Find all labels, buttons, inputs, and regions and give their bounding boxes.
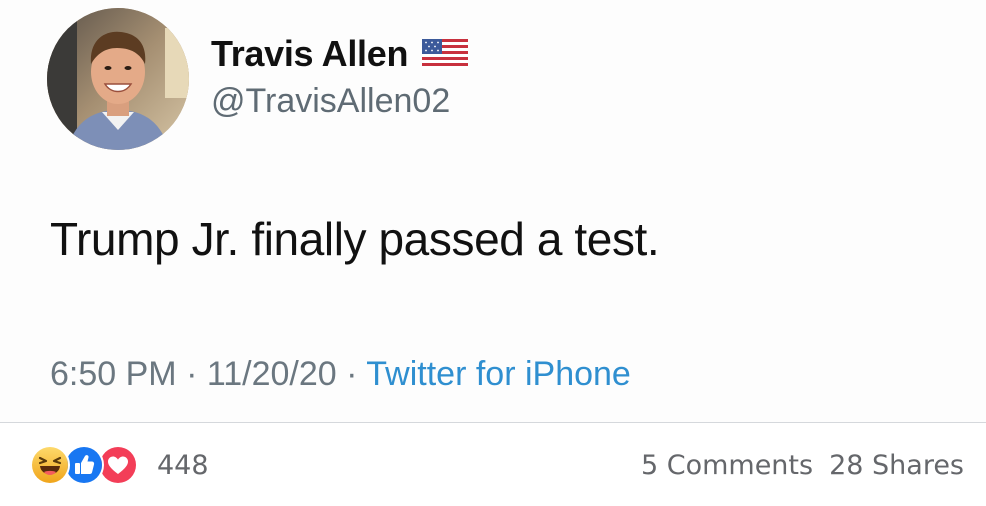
author-row: Travis Allen: [211, 30, 469, 78]
tweet-time: 6:50 PM: [50, 355, 177, 393]
us-flag-icon: [422, 39, 469, 69]
tweet-date: 11/20/20: [206, 355, 337, 393]
love-reaction-icon: [98, 445, 138, 485]
tweet-meta: 6:50 PM · 11/20/20 · Twitter for iPhone: [50, 355, 631, 394]
reaction-count[interactable]: 448: [157, 450, 209, 481]
handle[interactable]: @TravisAllen02: [211, 82, 450, 121]
like-reaction-icon: [64, 445, 104, 485]
shares-count-link[interactable]: 28 Shares: [829, 450, 964, 481]
haha-reaction-icon: [30, 445, 70, 485]
tweet-source-link[interactable]: Twitter for iPhone: [366, 355, 631, 393]
engagement-counts: 5 Comments 28 Shares: [641, 450, 964, 481]
tweet-screenshot: Travis Allen @TravisAllen02 Trump Jr. fi…: [0, 0, 986, 422]
meta-separator: ·: [336, 355, 367, 393]
reactions-bar: 448 5 Comments 28 Shares: [0, 423, 986, 506]
comments-count-link[interactable]: 5 Comments: [641, 450, 813, 481]
tweet-text: Trump Jr. finally passed a test.: [50, 213, 660, 265]
avatar: [47, 8, 189, 150]
reaction-icons[interactable]: [30, 445, 150, 485]
facebook-post: Travis Allen @TravisAllen02 Trump Jr. fi…: [0, 0, 986, 506]
display-name[interactable]: Travis Allen: [211, 33, 408, 75]
meta-separator: ·: [176, 355, 207, 393]
